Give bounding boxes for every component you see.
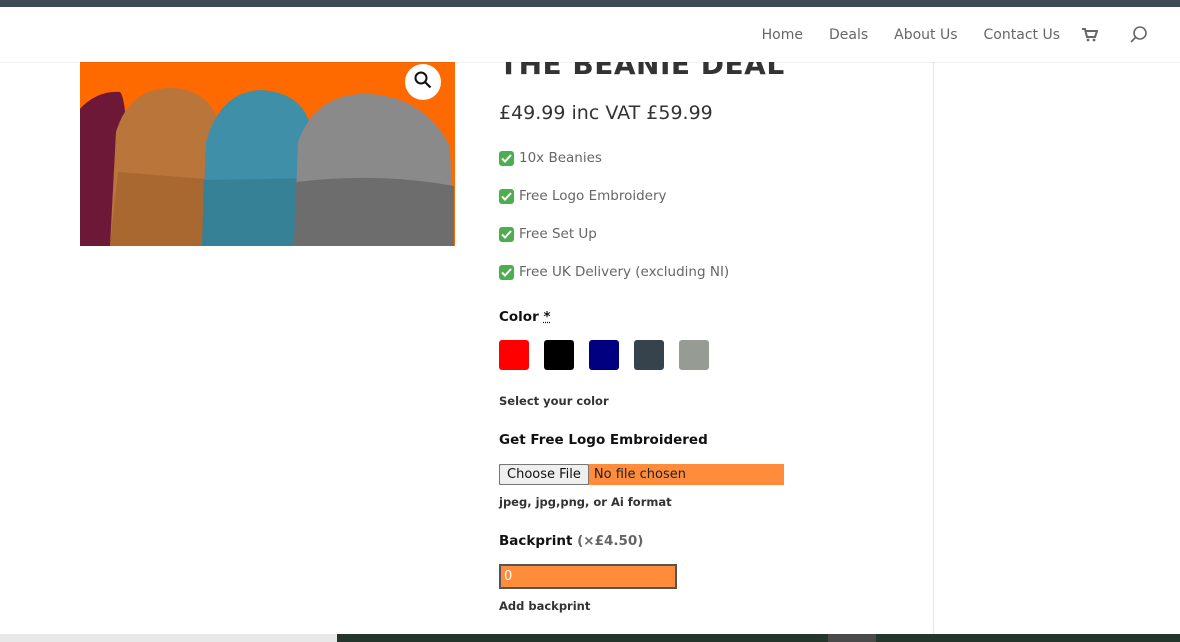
check-icon: [499, 265, 514, 280]
backprint-quantity-input[interactable]: 0: [499, 564, 677, 589]
main-nav: Home Deals About Us Contact Us: [736, 7, 1150, 62]
backprint-hint: Add backprint: [499, 599, 591, 613]
color-label-text: Color: [499, 309, 539, 325]
nav-home[interactable]: Home: [762, 27, 803, 43]
feature-text: Free UK Delivery (excluding NI): [519, 264, 730, 280]
color-hint: Select your color: [499, 394, 609, 408]
color-swatches: [499, 340, 724, 370]
search-icon[interactable]: [1130, 25, 1150, 45]
nav-deals[interactable]: Deals: [829, 27, 868, 43]
swatch-navy[interactable]: [589, 340, 619, 370]
footer-strip-dark: [337, 634, 1180, 642]
top-bar: [0, 0, 1180, 7]
feature-item: Free Set Up: [499, 226, 729, 264]
feature-text: Free Logo Embroidery: [519, 188, 667, 204]
feature-text: 10x Beanies: [519, 150, 602, 166]
check-icon: [499, 227, 514, 242]
check-icon: [499, 151, 514, 166]
swatch-charcoal[interactable]: [634, 340, 664, 370]
product-image[interactable]: [80, 62, 455, 246]
nav-contact-us[interactable]: Contact Us: [984, 27, 1060, 43]
backprint-label: Backprint (×£4.50): [499, 533, 643, 549]
site-header: Home Deals About Us Contact Us: [0, 7, 1180, 62]
choose-file-button[interactable]: Choose File: [499, 464, 589, 485]
file-status: No file chosen: [593, 467, 686, 482]
backprint-price: (×£4.50): [577, 533, 644, 549]
magnifier-icon: [414, 71, 432, 94]
color-label: Color *: [499, 309, 551, 325]
logo-hint: jpeg, jpg,png, or Ai format: [499, 495, 672, 509]
check-icon: [499, 189, 514, 204]
logo-file-input[interactable]: Choose File No file chosen: [499, 464, 784, 485]
swatch-red[interactable]: [499, 340, 529, 370]
backprint-label-text: Backprint: [499, 533, 573, 549]
feature-item: Free Logo Embroidery: [499, 188, 729, 226]
zoom-button[interactable]: [405, 64, 441, 100]
required-mark: *: [543, 309, 551, 325]
feature-text: Free Set Up: [519, 226, 597, 242]
nav-about-us[interactable]: About Us: [894, 27, 957, 43]
product-price: £49.99 inc VAT £59.99: [499, 102, 713, 124]
backprint-quantity-value: 0: [504, 569, 513, 584]
footer-strip-light: [0, 634, 337, 642]
logo-label: Get Free Logo Embroidered: [499, 432, 708, 448]
sidebar-divider: [933, 62, 934, 634]
swatch-black[interactable]: [544, 340, 574, 370]
feature-item: 10x Beanies: [499, 150, 729, 188]
cart-icon[interactable]: [1082, 26, 1100, 44]
feature-list: 10x Beanies Free Logo Embroidery Free Se…: [499, 150, 729, 302]
swatch-grey[interactable]: [679, 340, 709, 370]
feature-item: Free UK Delivery (excluding NI): [499, 264, 729, 302]
footer-strip-block: [828, 634, 876, 642]
